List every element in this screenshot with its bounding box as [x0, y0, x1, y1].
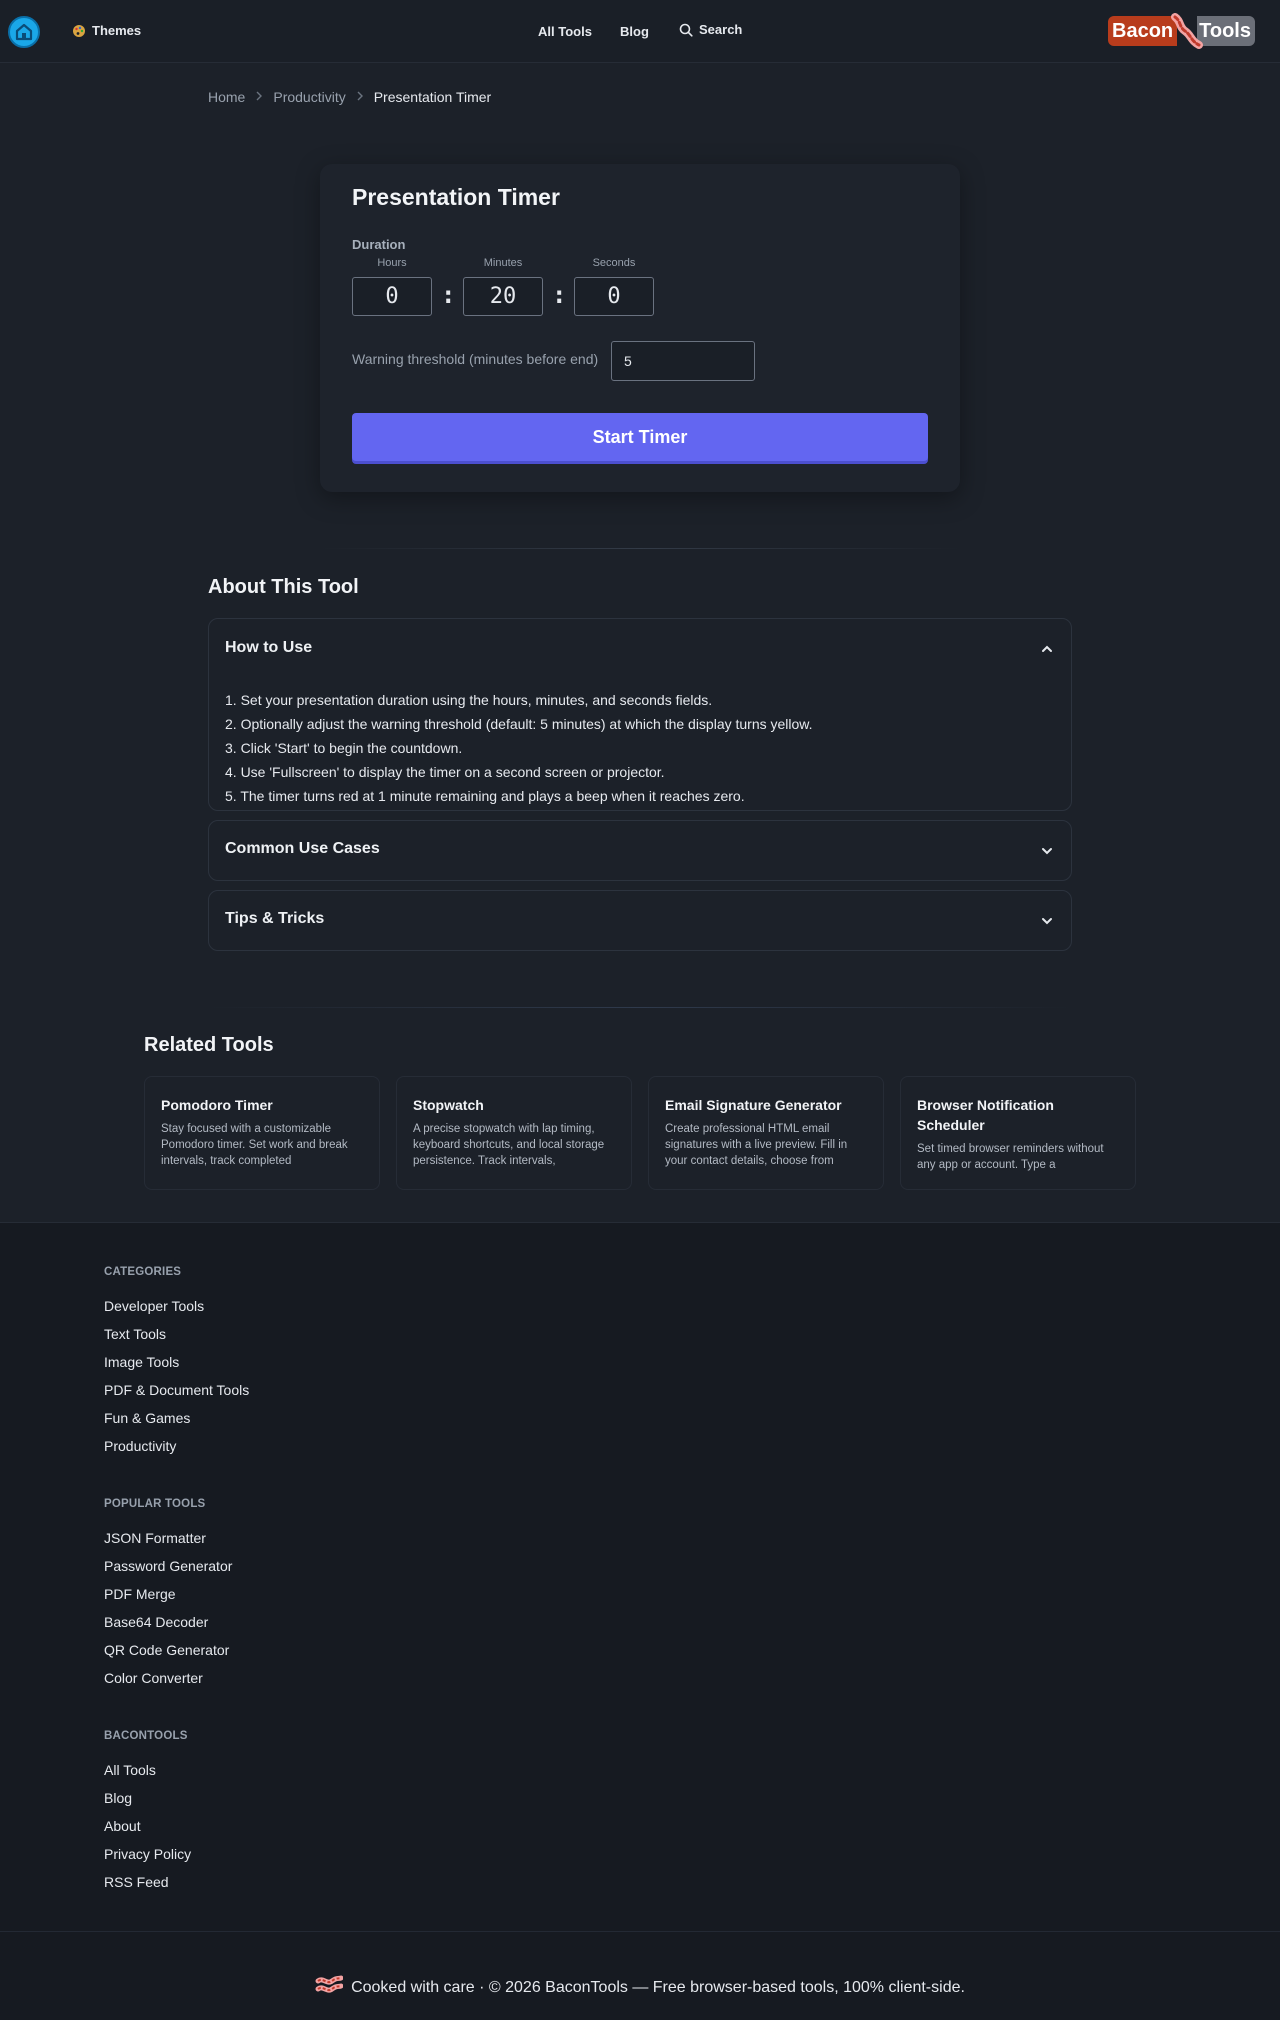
bacon-strip-icon	[1171, 13, 1204, 49]
footer-link[interactable]: RSS Feed	[104, 1874, 169, 1890]
search-icon	[679, 23, 693, 37]
chevron-up-icon[interactable]	[1039, 641, 1055, 657]
related-tool-title: Stopwatch	[413, 1097, 484, 1113]
search-label: Search	[699, 22, 743, 37]
related-tool-title: Browser Notification Scheduler	[917, 1097, 1054, 1133]
start-timer-button[interactable]: Start Timer	[352, 413, 928, 461]
minutes-label: Minutes	[483, 257, 523, 269]
home-button[interactable]	[8, 16, 40, 48]
themes-button[interactable]: Themes	[72, 23, 141, 38]
related-tools-title: Related Tools	[144, 1034, 274, 1056]
nav-search[interactable]: Search	[679, 22, 742, 37]
site-footer: CATEGORIES Developer Tools Text Tools Im…	[0, 1222, 1280, 2020]
seconds-input[interactable]: 0	[574, 277, 654, 316]
chevron-right-icon	[356, 90, 364, 104]
accordion-common-use-cases[interactable]: Common Use Cases	[208, 820, 1072, 881]
home-icon	[15, 23, 33, 41]
minutes-input[interactable]: 20	[463, 277, 543, 316]
palette-icon	[73, 24, 85, 37]
nav-all-tools[interactable]: All Tools	[538, 24, 592, 39]
how-to-step: 3. Click 'Start' to begin the countdown.	[225, 740, 463, 756]
footer-bacontools-heading: BACONTOOLS	[104, 1730, 188, 1742]
related-tool-desc: A precise stopwatch with lap timing, key…	[413, 1123, 605, 1167]
footer-divider	[0, 1931, 1280, 1932]
how-to-step: 2. Optionally adjust the warning thresho…	[225, 716, 813, 732]
how-to-use-content: 1. Set your presentation duration using …	[225, 688, 813, 808]
footer-link[interactable]: All Tools	[104, 1762, 156, 1778]
chevron-right-icon	[255, 90, 263, 104]
accordion-tips-tricks[interactable]: Tips & Tricks	[208, 890, 1072, 951]
how-to-step: 1. Set your presentation duration using …	[225, 692, 713, 708]
nav-blog[interactable]: Blog	[620, 24, 649, 39]
accordion-header-common-use-cases[interactable]: Common Use Cases	[225, 840, 380, 858]
related-tool-card[interactable]: Pomodoro Timer Stay focused with a custo…	[144, 1076, 380, 1190]
footer-link[interactable]: Color Converter	[104, 1670, 203, 1686]
logo-bacon-text: Bacon	[1108, 16, 1178, 46]
warning-threshold-label: Warning threshold (minutes before end)	[352, 351, 599, 367]
footer-link[interactable]: Developer Tools	[104, 1298, 204, 1314]
breadcrumb-current: Presentation Timer	[373, 89, 492, 105]
related-tool-card[interactable]: Browser Notification Scheduler Set timed…	[900, 1076, 1136, 1190]
footer-popular-heading: POPULAR TOOLS	[104, 1498, 206, 1510]
copyright: Cooked with care · © 2026 BaconTools — F…	[0, 1975, 1280, 2001]
accordion-how-to-use: How to Use 1. Set your presentation dura…	[208, 618, 1072, 811]
footer-link[interactable]: JSON Formatter	[104, 1530, 206, 1546]
related-tool-card[interactable]: Email Signature Generator Create profess…	[648, 1076, 884, 1190]
related-tool-title: Pomodoro Timer	[161, 1097, 273, 1113]
footer-link[interactable]: Fun & Games	[104, 1410, 190, 1426]
seconds-label: Seconds	[592, 257, 636, 269]
themes-label: Themes	[92, 23, 142, 38]
footer-link[interactable]: Password Generator	[104, 1558, 232, 1574]
logo-tools-text: Tools	[1197, 16, 1255, 46]
bacon-icon	[315, 1975, 344, 1993]
footer-categories-heading: CATEGORIES	[104, 1266, 182, 1278]
footer-link[interactable]: Productivity	[104, 1438, 176, 1454]
related-tool-desc: Set timed browser reminders without any …	[917, 1143, 1104, 1171]
footer-link[interactable]: Base64 Decoder	[104, 1614, 208, 1630]
footer-link[interactable]: Text Tools	[104, 1326, 166, 1342]
section-divider	[208, 1007, 1072, 1008]
footer-link[interactable]: PDF Merge	[104, 1586, 176, 1602]
about-title: About This Tool	[208, 576, 359, 598]
chevron-down-icon[interactable]	[1039, 843, 1055, 859]
how-to-step: 5. The timer turns red at 1 minute remai…	[225, 788, 745, 804]
hours-label: Hours	[377, 257, 407, 269]
page-title: Presentation Timer	[352, 184, 560, 210]
time-separator: :	[441, 281, 456, 309]
how-to-step: 4. Use 'Fullscreen' to display the timer…	[225, 764, 665, 780]
related-tool-desc: Create professional HTML email signature…	[665, 1123, 848, 1167]
time-separator: :	[552, 281, 567, 309]
footer-link[interactable]: Privacy Policy	[104, 1846, 191, 1862]
footer-link[interactable]: QR Code Generator	[104, 1642, 229, 1658]
accordion-header-tips-tricks[interactable]: Tips & Tricks	[225, 910, 324, 928]
chevron-down-icon[interactable]	[1039, 913, 1055, 929]
warning-threshold-input[interactable]: 5	[611, 341, 755, 381]
related-tool-card[interactable]: Stopwatch A precise stopwatch with lap t…	[396, 1076, 632, 1190]
section-divider	[320, 548, 960, 549]
footer-link[interactable]: Image Tools	[104, 1354, 179, 1370]
breadcrumb: Home Productivity Presentation Timer	[208, 89, 491, 105]
footer-link[interactable]: About	[104, 1818, 141, 1834]
related-tool-title: Email Signature Generator	[665, 1097, 842, 1113]
breadcrumb-productivity[interactable]: Productivity	[273, 89, 345, 105]
copyright-text: Cooked with care · © 2026 BaconTools — F…	[351, 1979, 965, 1996]
timer-card: Presentation Timer Duration Hours Minute…	[320, 164, 960, 492]
breadcrumb-home[interactable]: Home	[208, 89, 245, 105]
related-tool-desc: Stay focused with a customizable Pomodor…	[161, 1123, 348, 1167]
hours-input[interactable]: 0	[352, 277, 432, 316]
accordion-header-how-to-use[interactable]: How to Use	[225, 639, 312, 657]
top-header: Themes All Tools Blog Search Bacon Tools	[0, 0, 1280, 63]
duration-label: Duration	[352, 237, 406, 252]
site-logo[interactable]: Bacon Tools	[1108, 13, 1255, 49]
footer-link[interactable]: PDF & Document Tools	[104, 1382, 249, 1398]
footer-link[interactable]: Blog	[104, 1790, 132, 1806]
